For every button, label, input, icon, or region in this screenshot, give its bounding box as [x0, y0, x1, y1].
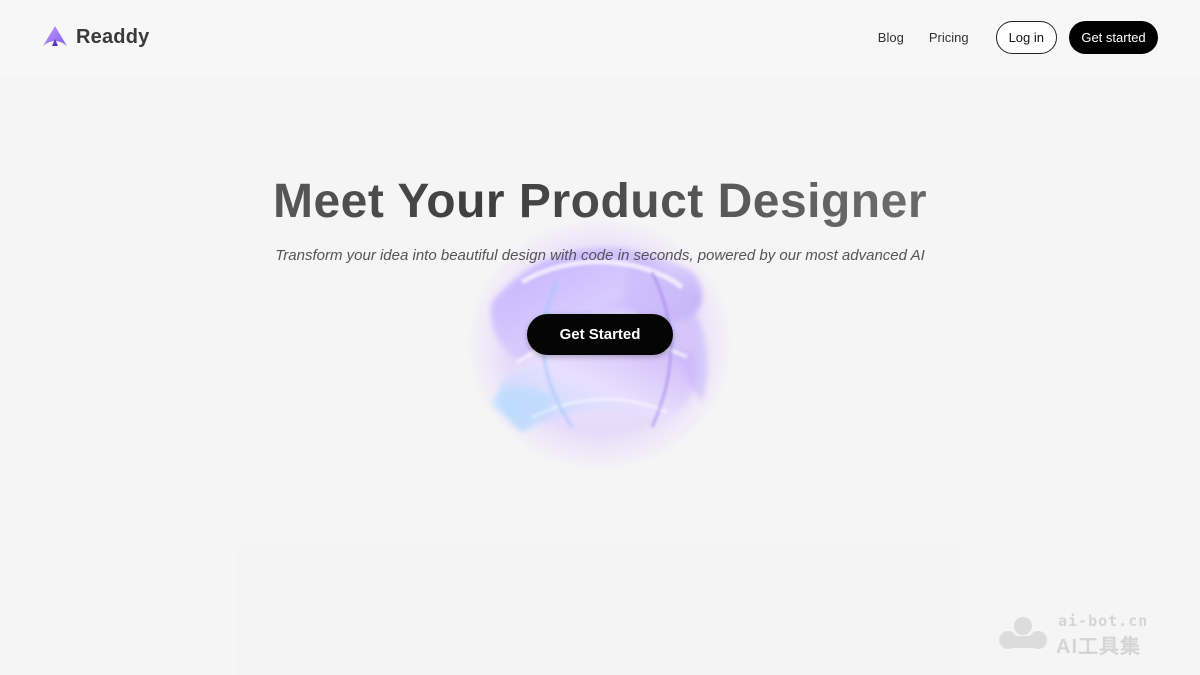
watermark: ai-bot.cn AI工具集 [996, 612, 1166, 658]
readdy-logo-icon [43, 26, 67, 46]
hero-get-started-button[interactable]: Get Started [527, 314, 673, 355]
watermark-logo-icon [999, 617, 1047, 649]
brand-logo[interactable]: Readdy [42, 25, 149, 49]
nav-link-blog[interactable]: Blog [878, 30, 904, 45]
preview-panel [238, 545, 960, 675]
hero-title: Meet Your Product Designer [0, 174, 1200, 229]
nav-link-pricing[interactable]: Pricing [929, 30, 969, 45]
login-button[interactable]: Log in [995, 21, 1057, 54]
main-nav: Blog Pricing Log in Get started [878, 21, 1158, 54]
page: Readdy Blog Pricing Log in Get started M… [0, 0, 1200, 675]
watermark-url: ai-bot.cn [1058, 612, 1149, 630]
brand-name: Readdy [76, 25, 150, 48]
watermark-name: AI工具集 [1056, 636, 1141, 658]
top-nav-bar: Readdy Blog Pricing Log in Get started [0, 0, 1200, 76]
header-get-started-button[interactable]: Get started [1069, 21, 1158, 54]
hero-subtitle: Transform your idea into beautiful desig… [275, 247, 925, 264]
